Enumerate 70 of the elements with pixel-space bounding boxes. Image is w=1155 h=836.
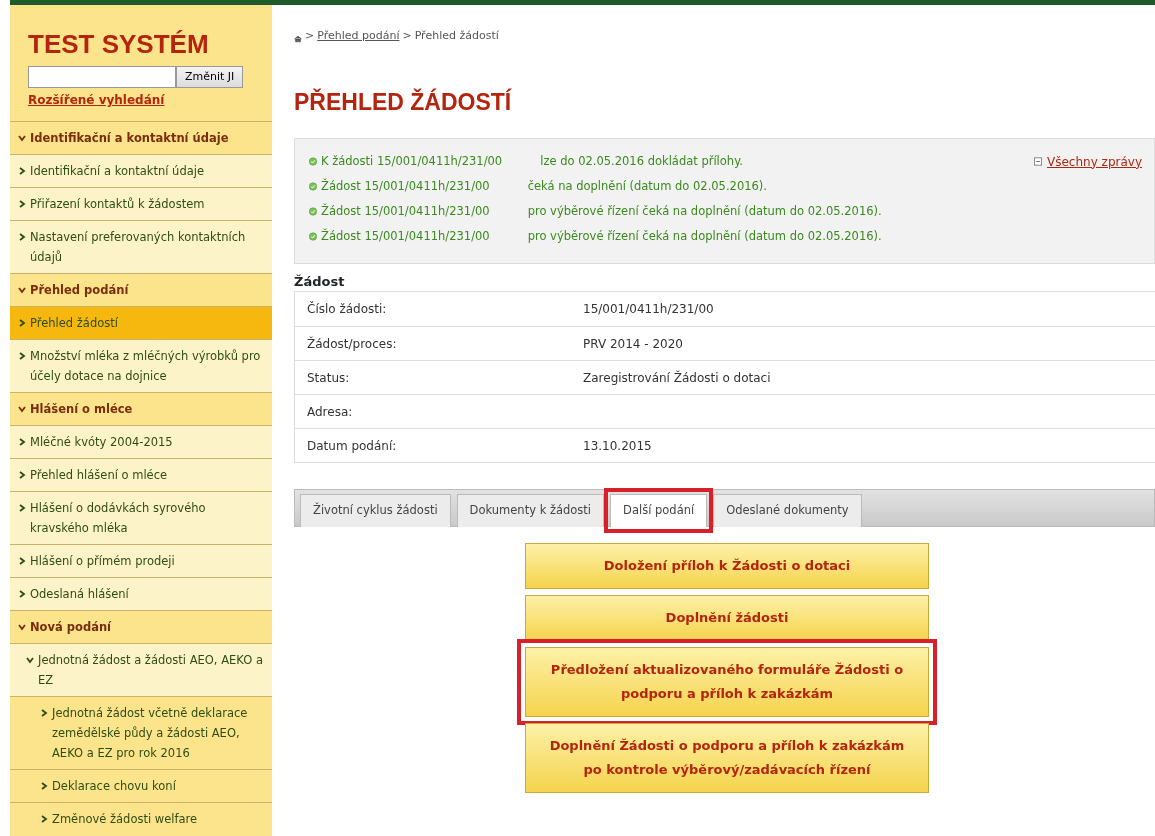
sidebar-item[interactable]: Jednotná žádost a žádosti AEO, AEKO a EZ [10, 643, 272, 697]
sidebar-item[interactable]: Přiřazení kontaktů k žádostem [10, 187, 272, 221]
chevron-right-icon [40, 815, 48, 824]
sidebar-item[interactable]: Odeslaná hlášení [10, 577, 272, 611]
check-circle-icon [309, 229, 317, 243]
home-icon [294, 33, 302, 45]
field-value: 15/001/0411h/231/00 [583, 301, 714, 318]
chevron-right-icon [18, 504, 26, 513]
chevron-down-icon [18, 623, 26, 632]
sidebar-item[interactable]: Hlášení o přímém prodeji [10, 544, 272, 578]
chevron-right-icon [18, 438, 26, 447]
check-circle-icon [309, 179, 317, 193]
chevron-right-icon [18, 167, 26, 176]
separator: > [402, 27, 412, 44]
field-value: PRV 2014 - 2020 [583, 335, 683, 353]
sidebar-item[interactable]: Hlášení o dodávkách syrového kravského mléka [10, 491, 272, 545]
all-messages-text: Všechny zprávy [1047, 153, 1142, 171]
app-title: TEST SYSTÉM [28, 29, 210, 61]
chevron-right-icon [40, 782, 48, 791]
tab[interactable]: Dokumenty k žádosti [456, 494, 605, 527]
chevron-right-icon [18, 352, 26, 361]
sidebar-item[interactable]: Přehled žádostí [10, 306, 272, 340]
sidebar-item[interactable]: Identifikační a kontaktní údaje [10, 154, 272, 188]
search-field[interactable] [28, 66, 176, 89]
message-id: Žádost 15/001/0411h/231/00 [321, 202, 490, 220]
separator: > [305, 27, 315, 44]
chevron-right-icon [18, 471, 26, 480]
tab[interactable]: Odeslané dokumenty [713, 494, 862, 527]
chevron-right-icon [18, 557, 26, 566]
sidebar-item[interactable]: Mléčné kvóty 2004-2015 [10, 425, 272, 459]
field-label: Status: [306, 369, 351, 387]
message-text: pro výběrové řízení čeká na doplnění (datum do 02.05.2016). [527, 227, 882, 245]
chevron-right-icon [18, 233, 26, 242]
message-id: Žádost 15/001/0411h/231/00 [321, 227, 490, 245]
change-button[interactable]: Změnit JI [176, 66, 244, 89]
field-label: Datum podání: [306, 437, 398, 455]
message-text: lze do 02.05.2016 dokládat přílohy. [540, 152, 743, 170]
action-button[interactable]: Doplnění žádosti [525, 595, 929, 641]
field-label: Žádost/proces: [306, 335, 398, 353]
check-circle-icon [309, 154, 317, 168]
chevron-down-icon [18, 405, 26, 414]
chevron-right-icon [18, 319, 26, 328]
message-id: K žádosti 15/001/0411h/231/00 [321, 152, 503, 170]
sidebar-item[interactable]: Množství mléka z mléčných výrobků pro účely dotace na dojnice [10, 339, 272, 393]
check-circle-icon [309, 204, 317, 218]
field-value: 13.10.2015 [583, 437, 652, 455]
message-text: pro výběrové řízení čeká na doplnění (datum do 02.05.2016). [527, 202, 882, 220]
all-messages-link[interactable]: Všechny zprávy [1034, 148, 1142, 249]
field-label: Číslo žádosti: [306, 300, 388, 318]
chevron-down-icon [26, 656, 34, 665]
advanced-search-link[interactable]: Rozšířené vyhledání [28, 91, 165, 110]
message-text: čeká na doplnění (datum do 02.05.2016). [527, 177, 767, 195]
action-button[interactable]: Doplnění Žádosti o podporu a příloh k zakázkám po kontrole výběrový/zadávacích řízení [525, 723, 929, 793]
chevron-down-icon [18, 134, 26, 143]
breadcrumb-current: Přehled žádostí [414, 27, 499, 44]
chevron-down-icon [18, 286, 26, 295]
message-id: Žádost 15/001/0411h/231/00 [321, 177, 490, 195]
field-value: Zaregistrování Žádosti o dotaci [583, 369, 771, 387]
breadcrumb-link[interactable]: Přehled podání [317, 27, 400, 45]
field-label: Adresa: [306, 403, 354, 421]
page-title: PŘEHLED ŽÁDOSTÍ [294, 87, 513, 117]
section-title: Žádost [294, 272, 346, 291]
sidebar-item[interactable]: Přehled hlášení o mléce [10, 458, 272, 492]
tab[interactable]: Životní cyklus žádosti [300, 494, 451, 527]
chevron-right-icon [40, 709, 48, 718]
action-button[interactable]: Doložení příloh k Žádosti o dotaci [525, 543, 929, 589]
chevron-right-icon [18, 200, 26, 209]
sidebar-item[interactable]: Nastavení preferovaných kontaktních údajů [10, 220, 272, 274]
chevron-right-icon [18, 590, 26, 599]
collapse-icon [1034, 155, 1042, 167]
